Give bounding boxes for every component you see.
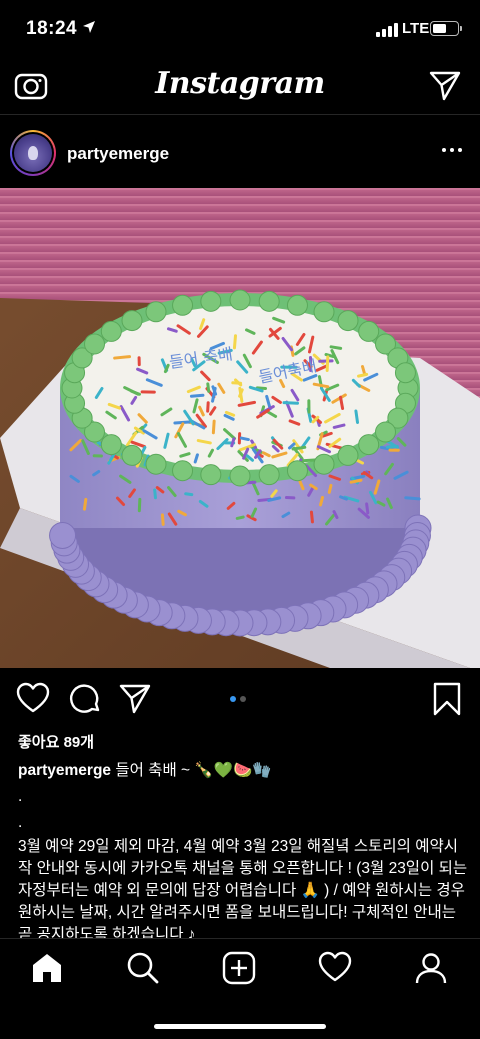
caption-dot-2: . <box>18 814 23 831</box>
heart-icon[interactable] <box>16 682 50 716</box>
activity-icon[interactable] <box>318 951 352 985</box>
likes-count[interactable]: 좋아요 89개 <box>18 731 94 752</box>
search-icon[interactable] <box>126 951 160 985</box>
post-caption: partyemerge 들어 축배 ~ 🍾💚🍉🧤 . . 3월 예약 29일 제… <box>18 760 468 946</box>
caption-username[interactable]: partyemerge <box>18 762 111 779</box>
carousel-dot <box>240 696 246 702</box>
caption-body: 3월 예약 29일 제외 마감, 4월 예약 3월 23일 해질녘 스토리의 예… <box>18 838 468 943</box>
status-time: 18:24 <box>26 18 78 39</box>
post-actions <box>0 668 480 730</box>
comment-icon[interactable] <box>68 682 102 716</box>
location-arrow-icon <box>83 21 95 33</box>
carousel-dot <box>230 696 236 702</box>
share-icon[interactable] <box>118 682 152 716</box>
top-nav: Instagram <box>0 58 480 114</box>
caption-dot-1: . <box>18 788 23 805</box>
signal-icon <box>376 23 398 37</box>
carousel-indicator <box>230 696 246 702</box>
post-header: partyemerge <box>0 120 480 188</box>
direct-send-icon[interactable] <box>428 68 462 102</box>
status-bar: 18:24 LTE <box>0 0 480 58</box>
home-icon[interactable] <box>30 951 64 985</box>
post-image[interactable]: 들어 축배 들어축배 <box>0 188 480 668</box>
new-post-icon[interactable] <box>222 951 256 985</box>
bookmark-icon[interactable] <box>430 682 464 716</box>
avatar[interactable] <box>10 130 56 176</box>
battery-icon <box>430 21 462 36</box>
home-indicator[interactable] <box>154 1024 326 1029</box>
caption-first-line: 들어 축배 ~ 🍾💚🍉🧤 <box>115 762 272 779</box>
profile-icon[interactable] <box>414 951 448 985</box>
bottom-tab-bar <box>0 938 480 1039</box>
more-options-icon[interactable] <box>442 148 462 152</box>
app-title: Instagram <box>155 66 325 101</box>
post-username[interactable]: partyemerge <box>67 144 169 164</box>
network-label: LTE <box>402 20 430 37</box>
nav-divider <box>0 114 480 115</box>
